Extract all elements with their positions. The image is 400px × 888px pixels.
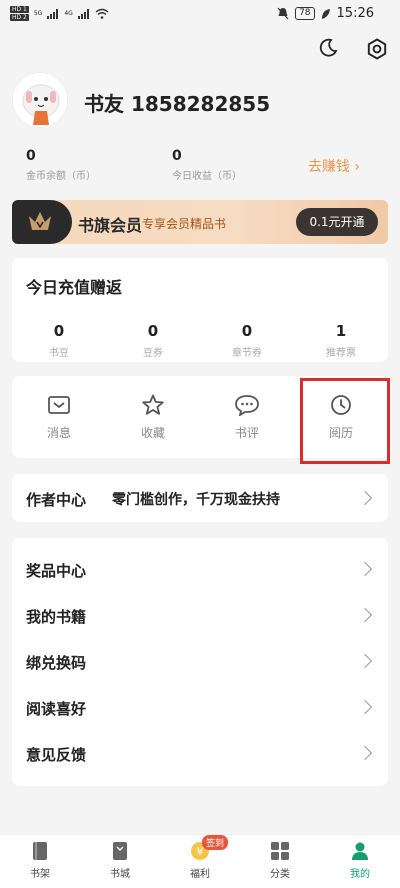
menu-item-label: 奖品中心 bbox=[26, 562, 87, 580]
recharge-title: 今日充值赠返 bbox=[26, 278, 123, 297]
tab-label: 分类 bbox=[270, 869, 290, 880]
author-center-title: 作者中心 bbox=[26, 491, 87, 509]
leaf-icon bbox=[321, 8, 330, 19]
highlight-box bbox=[300, 378, 390, 464]
earn-money-link[interactable]: 去赚钱 › bbox=[308, 156, 360, 176]
coin-balance[interactable]: 0 金币余额（币） bbox=[26, 148, 96, 182]
tab-label: 书架 bbox=[30, 869, 50, 880]
recharge-label: 推荐票 bbox=[326, 348, 356, 359]
tool-messages[interactable]: 消息 bbox=[12, 394, 106, 441]
menu-item-label: 阅读喜好 bbox=[26, 700, 87, 718]
menu-item-label: 意见反馈 bbox=[26, 746, 87, 764]
tool-favorites[interactable]: 收藏 bbox=[106, 394, 200, 441]
tab-mine[interactable]: 我的 bbox=[320, 841, 400, 880]
recharge-value: 0 bbox=[147, 322, 159, 340]
avatar-image bbox=[13, 73, 67, 127]
sign-in-badge[interactable]: 签到 bbox=[202, 835, 229, 850]
recharge-value: 0 bbox=[241, 322, 253, 340]
recharge-rewards-card: 今日充值赠返 0 书豆 0 豆券 0 章节券 1 推荐票 bbox=[12, 258, 388, 362]
vip-title: 书旗会员 bbox=[78, 216, 143, 235]
chevron-right-icon bbox=[357, 561, 373, 577]
recharge-item-recommend-tickets[interactable]: 1 推荐票 bbox=[294, 322, 388, 359]
status-bar: HD 1 HD 2 5G 4G 78 15:26 bbox=[0, 0, 400, 30]
header-actions bbox=[318, 38, 388, 60]
today-earnings[interactable]: 0 今日收益（币） bbox=[172, 148, 242, 182]
comment-icon bbox=[235, 395, 259, 416]
recharge-value: 0 bbox=[53, 322, 65, 340]
author-center-row[interactable]: 作者中心 零门槛创作，千万现金扶持 bbox=[12, 474, 388, 522]
tab-categories[interactable]: 分类 bbox=[240, 841, 320, 880]
settings-menu: 奖品中心 我的书籍 绑兑换码 阅读喜好 意见反馈 bbox=[12, 538, 388, 786]
tool-label: 消息 bbox=[46, 426, 71, 440]
crown-icon bbox=[29, 212, 51, 230]
wifi-icon bbox=[95, 8, 109, 19]
menu-item-feedback[interactable]: 意见反馈 bbox=[12, 730, 388, 776]
chevron-right-icon bbox=[357, 653, 373, 669]
mute-bell-icon bbox=[277, 7, 289, 20]
tab-label: 福利 bbox=[190, 869, 210, 880]
battery-indicator: 78 bbox=[295, 7, 315, 20]
bottom-tab-bar: 书架 书城 ¥ 签到 福利 分类 我的 bbox=[0, 834, 400, 888]
recharge-value: 1 bbox=[335, 322, 347, 340]
chevron-right-icon bbox=[357, 490, 373, 506]
message-icon bbox=[48, 396, 70, 414]
tab-bookshelf[interactable]: 书架 bbox=[0, 841, 80, 880]
avatar[interactable] bbox=[12, 72, 68, 128]
signal-icon bbox=[47, 8, 59, 19]
menu-item-my-books[interactable]: 我的书籍 bbox=[12, 592, 388, 638]
chevron-right-icon bbox=[357, 745, 373, 761]
bookstore-icon bbox=[113, 842, 127, 860]
tab-bookstore[interactable]: 书城 bbox=[80, 841, 160, 880]
recharge-item-chapter-coupons[interactable]: 0 章节券 bbox=[200, 322, 294, 359]
recharge-item-book-beans[interactable]: 0 书豆 bbox=[12, 322, 106, 359]
clock-time: 15:26 bbox=[336, 6, 374, 21]
settings-gear-icon[interactable] bbox=[366, 38, 388, 60]
menu-item-prize-center[interactable]: 奖品中心 bbox=[12, 546, 388, 592]
sim2-label: HD 2 bbox=[10, 14, 29, 21]
user-icon bbox=[352, 842, 368, 860]
tab-label: 我的 bbox=[350, 869, 370, 880]
recharge-label: 豆券 bbox=[143, 348, 163, 359]
moon-icon[interactable] bbox=[318, 38, 338, 58]
vip-banner[interactable]: 书旗会员 专享会员精品书 0.1元开通 bbox=[12, 200, 388, 244]
tab-welfare[interactable]: ¥ 签到 福利 bbox=[160, 835, 240, 880]
sim-indicator: HD 1 HD 2 bbox=[10, 6, 29, 21]
username: 书友 1858282855 bbox=[84, 92, 271, 116]
coin-balance-label: 金币余额（币） bbox=[26, 171, 96, 182]
menu-item-reading-preferences[interactable]: 阅读喜好 bbox=[12, 684, 388, 730]
vip-badge bbox=[12, 200, 72, 244]
recharge-label: 书豆 bbox=[49, 348, 69, 359]
profile-section bbox=[12, 72, 68, 128]
today-earnings-label: 今日收益（币） bbox=[172, 171, 242, 182]
chevron-right-icon bbox=[357, 607, 373, 623]
chevron-right-icon bbox=[357, 699, 373, 715]
sim1-label: HD 1 bbox=[10, 6, 29, 13]
author-center-desc: 零门槛创作，千万现金扶持 bbox=[112, 492, 280, 508]
bookshelf-icon bbox=[33, 842, 47, 860]
menu-item-label: 绑兑换码 bbox=[26, 654, 87, 672]
network2-label: 4G bbox=[64, 10, 73, 17]
vip-subtitle: 专享会员精品书 bbox=[142, 217, 227, 231]
recharge-item-bean-coupons[interactable]: 0 豆券 bbox=[106, 322, 200, 359]
tab-label: 书城 bbox=[110, 869, 130, 880]
tool-reviews[interactable]: 书评 bbox=[200, 394, 294, 441]
vip-open-button[interactable]: 0.1元开通 bbox=[296, 208, 378, 236]
coin-balance-value: 0 bbox=[26, 148, 36, 164]
today-earnings-value: 0 bbox=[172, 148, 182, 164]
menu-item-redeem-code[interactable]: 绑兑换码 bbox=[12, 638, 388, 684]
category-icon bbox=[271, 842, 289, 860]
signal-icon bbox=[77, 8, 89, 19]
tool-label: 书评 bbox=[234, 426, 259, 440]
star-icon bbox=[142, 394, 164, 415]
menu-item-label: 我的书籍 bbox=[26, 608, 87, 626]
recharge-label: 章节券 bbox=[232, 348, 262, 359]
tool-label: 收藏 bbox=[140, 426, 165, 440]
network1-label: 5G bbox=[33, 10, 43, 17]
